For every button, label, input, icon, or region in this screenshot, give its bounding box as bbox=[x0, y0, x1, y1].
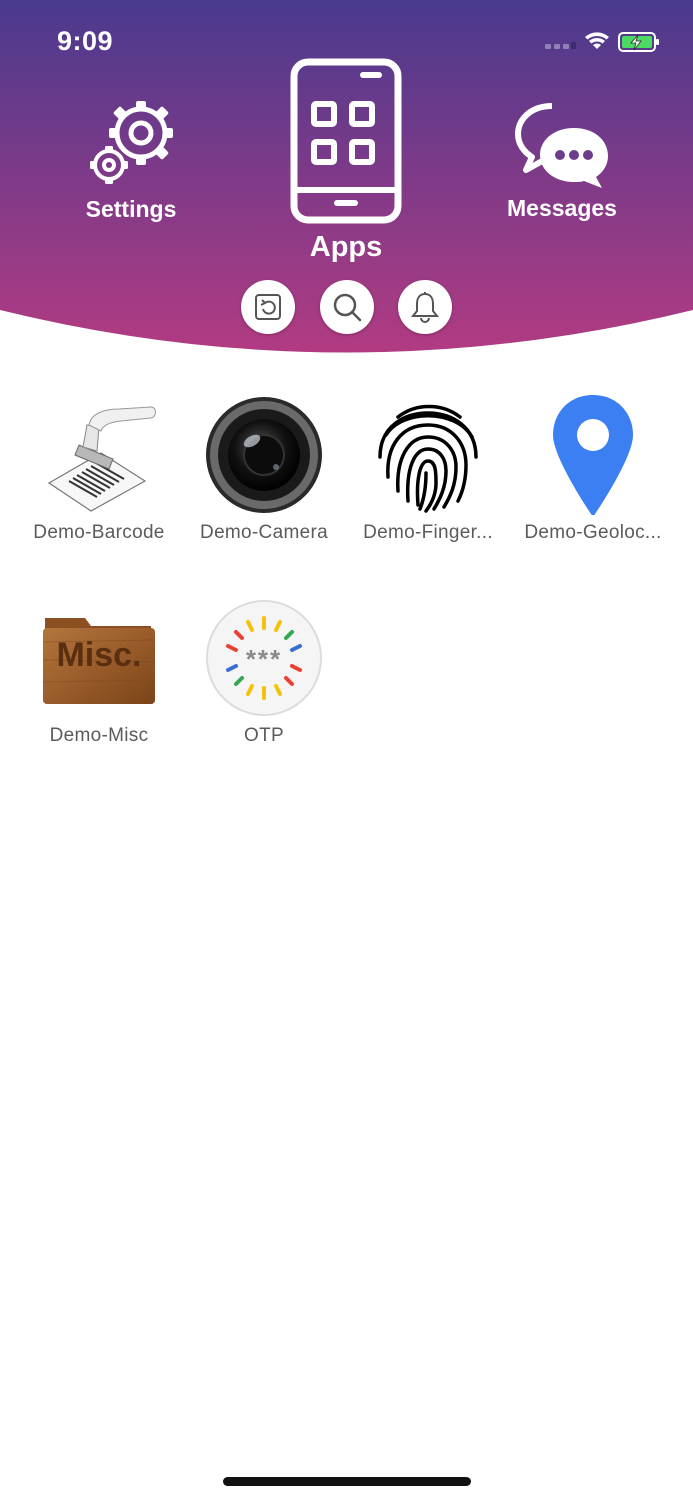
phone-apps-icon bbox=[290, 58, 402, 224]
wifi-icon bbox=[585, 32, 609, 49]
nav-settings[interactable]: Settings bbox=[70, 95, 192, 223]
map-pin-icon bbox=[553, 395, 633, 515]
refresh-icon bbox=[255, 294, 281, 320]
apps-label: Apps bbox=[309, 231, 383, 263]
search-icon bbox=[333, 293, 362, 322]
app-label: Demo-Camera bbox=[200, 522, 328, 543]
app-label: Demo-Geoloc... bbox=[524, 522, 662, 543]
nav-messages[interactable]: Messages bbox=[497, 100, 627, 222]
camera-lens-icon bbox=[206, 397, 322, 513]
app-tile-demo-fingerprint[interactable]: Demo-Finger... bbox=[344, 395, 512, 544]
otp-icon: *** bbox=[204, 598, 324, 718]
app-label: Demo-Barcode bbox=[33, 522, 165, 543]
refresh-button[interactable] bbox=[241, 280, 295, 334]
status-time: 9:09 bbox=[57, 26, 114, 56]
messages-label: Messages bbox=[507, 195, 617, 221]
misc-folder-icon: Misc. bbox=[39, 598, 159, 718]
gears-icon bbox=[90, 101, 173, 184]
app-label: Demo-Misc bbox=[49, 725, 149, 746]
header: 9:09 Settings Apps Messages bbox=[0, 0, 693, 360]
app-label: Demo-Finger... bbox=[363, 522, 493, 543]
misc-icon-text: Misc. bbox=[56, 636, 142, 674]
app-label: OTP bbox=[244, 725, 284, 746]
status-icons bbox=[545, 30, 665, 54]
app-tile-demo-barcode[interactable]: Demo-Barcode bbox=[15, 395, 183, 544]
app-tile-otp[interactable]: *** OTP bbox=[180, 598, 348, 747]
settings-label: Settings bbox=[85, 196, 177, 222]
app-tile-demo-camera[interactable]: Demo-Camera bbox=[180, 395, 348, 544]
home-indicator[interactable] bbox=[223, 1477, 471, 1486]
otp-icon-text: *** bbox=[245, 644, 283, 674]
app-tile-demo-geolocation[interactable]: Demo-Geoloc... bbox=[509, 395, 677, 544]
barcode-stamp-icon bbox=[47, 406, 156, 512]
search-button[interactable] bbox=[320, 280, 374, 334]
notifications-button[interactable] bbox=[398, 280, 452, 334]
battery-charging-icon bbox=[618, 32, 659, 52]
chat-bubbles-icon bbox=[515, 103, 608, 188]
app-tile-demo-misc[interactable]: Misc. Demo-Misc bbox=[15, 598, 183, 747]
bell-icon bbox=[410, 292, 440, 323]
fingerprint-icon bbox=[378, 404, 478, 513]
signal-icon bbox=[545, 42, 576, 49]
nav-apps[interactable]: Apps bbox=[280, 58, 412, 264]
